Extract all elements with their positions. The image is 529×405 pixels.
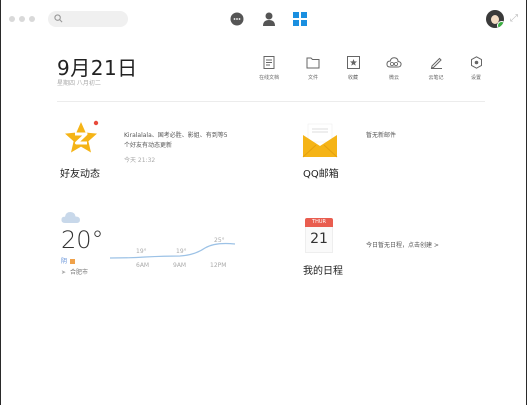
- tool-label: 微云: [388, 75, 399, 81]
- qzone-star-icon: [65, 120, 99, 153]
- mail-envelope-icon: [302, 123, 338, 158]
- tool-favorites[interactable]: 收藏: [339, 56, 367, 81]
- weather-condition: 阴: [61, 258, 68, 265]
- location-pin-icon: ➤: [61, 269, 67, 276]
- folder-icon: [306, 57, 320, 69]
- friend-feed-text: 个好友有动态更新: [124, 142, 173, 149]
- tool-label: 收藏: [347, 75, 358, 81]
- favorite-icon: [346, 56, 360, 69]
- header-divider: [57, 101, 485, 102]
- calendar-icon: THUR 21: [305, 218, 333, 253]
- tool-weiyun[interactable]: 微云: [380, 56, 408, 81]
- forecast-temp: 19°: [136, 248, 147, 255]
- cloud-icon: [386, 57, 402, 68]
- apps-grid-icon[interactable]: [292, 11, 308, 27]
- contacts-icon[interactable]: [261, 11, 277, 27]
- expand-icon[interactable]: ⤢: [510, 13, 518, 24]
- page-title: 9月21日: [57, 56, 138, 80]
- tool-label: 在线文档: [258, 75, 279, 81]
- settings-icon: [470, 56, 482, 69]
- tool-label: 云笔记: [428, 75, 444, 81]
- title-bar: ⤢: [0, 0, 529, 38]
- friend-feed-text: Kiralalala、国考必胜、影姐、有到等5: [124, 132, 228, 139]
- weather-indicator: [70, 259, 75, 264]
- create-schedule-link[interactable]: 今日暂无日程，点击创建 >: [366, 241, 439, 251]
- tool-files[interactable]: 文件: [299, 56, 327, 81]
- tool-label: 文件: [307, 75, 318, 81]
- close-window-button[interactable]: [9, 16, 15, 22]
- search-icon: [54, 14, 63, 23]
- schedule-title: 我的日程: [303, 266, 343, 277]
- tool-notes[interactable]: 云笔记: [422, 56, 450, 81]
- document-icon: [263, 56, 275, 69]
- lunar-date: 星期四 八月初二: [57, 80, 101, 87]
- current-temperature: 20°: [61, 226, 104, 254]
- forecast-time: 6AM: [136, 262, 150, 269]
- tool-settings[interactable]: 设置: [462, 56, 490, 81]
- forecast-temp: 25°: [214, 237, 225, 244]
- mail-title: QQ邮箱: [303, 169, 339, 180]
- chat-bubble-icon[interactable]: [229, 11, 245, 27]
- search-input[interactable]: [48, 11, 128, 27]
- weather-location: 合肥市: [70, 269, 89, 276]
- calendar-day: 21: [305, 227, 333, 253]
- forecast-time: 12PM: [210, 262, 227, 269]
- zoom-window-button[interactable]: [29, 16, 35, 22]
- tool-label: 设置: [470, 75, 481, 81]
- cloud-weather-icon: [61, 212, 80, 223]
- calendar-weekday: THUR: [305, 218, 333, 227]
- friend-feed-title: 好友动态: [60, 169, 100, 180]
- online-status-badge: [497, 21, 504, 28]
- friend-feed-time: 今天 21:32: [124, 157, 156, 164]
- forecast-temp: 19°: [176, 248, 187, 255]
- mail-status: 暂无新邮件: [366, 132, 397, 139]
- pen-icon: [430, 57, 442, 69]
- forecast-time: 9AM: [173, 262, 187, 269]
- avatar[interactable]: [486, 10, 504, 28]
- tool-online-docs[interactable]: 在线文档: [255, 56, 283, 81]
- minimize-window-button[interactable]: [19, 16, 25, 22]
